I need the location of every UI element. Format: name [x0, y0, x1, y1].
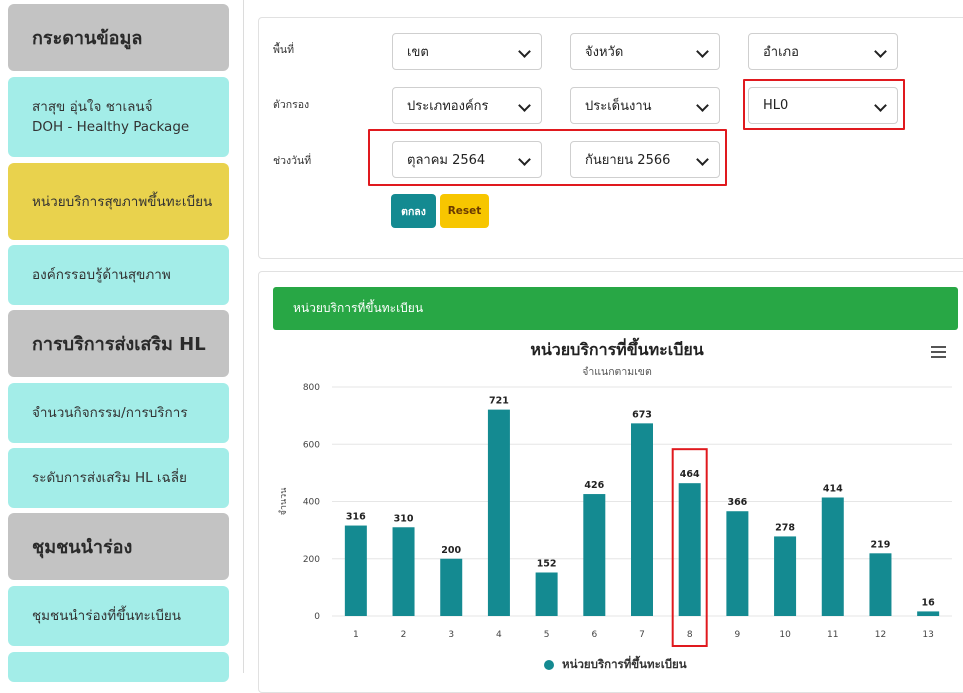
- bar: [631, 423, 653, 616]
- bar: [821, 497, 844, 616]
- sidebar-item-activity-count[interactable]: จำนวนกิจกรรม/การบริการ: [8, 383, 229, 443]
- district-select[interactable]: อำเภอ: [748, 33, 898, 70]
- bar: [535, 572, 558, 616]
- x-tick-label: 6: [591, 630, 597, 640]
- x-tick-label: 12: [875, 630, 886, 640]
- province-select-value: จังหวัด: [585, 45, 624, 60]
- chevron-down-icon: [696, 45, 709, 58]
- sidebar-item-registered-service-units[interactable]: หน่วยบริการสุขภาพขึ้นทะเบียน: [8, 163, 229, 240]
- sidebar-header-label: กระดานข้อมูล: [32, 28, 143, 49]
- reset-button[interactable]: Reset: [440, 194, 489, 228]
- x-tick-label: 4: [496, 630, 502, 640]
- sidebar-item-label: องค์กรรอบรู้ด้านสุขภาพ: [32, 267, 171, 283]
- bar: [440, 558, 463, 616]
- region-select[interactable]: เขต: [392, 33, 542, 70]
- chevron-down-icon: [518, 45, 531, 58]
- sidebar-header-label: การบริการส่งเสริม HL: [32, 334, 206, 355]
- data-label: 16: [922, 597, 936, 608]
- work-issue-select[interactable]: ประเด็นงาน: [570, 87, 720, 124]
- org-type-select-value: ประเภทองค์กร: [407, 99, 489, 114]
- bar: [726, 511, 749, 616]
- sidebar-header-dashboard[interactable]: กระดานข้อมูล: [8, 4, 229, 71]
- x-tick-label: 13: [922, 630, 933, 640]
- bar: [392, 527, 415, 616]
- bar: [344, 525, 367, 616]
- sidebar-item-label: ระดับการส่งเสริม HL เฉลี่ย: [32, 470, 187, 486]
- y-tick-label: 600: [303, 440, 320, 450]
- sidebar-item-label: สาสุข อุ่นใจ ชาเลนจ์: [32, 99, 153, 115]
- x-tick-label: 10: [779, 630, 791, 640]
- hamburger-menu-icon[interactable]: [931, 346, 946, 359]
- sidebar-item-registered-community[interactable]: ชุมชนนำร่องที่ขึ้นทะเบียน: [8, 586, 229, 646]
- sidebar-item-label-secondary: DOH - Healthy Package: [32, 119, 190, 135]
- sidebar-item-label: หน่วยบริการสุขภาพขึ้นทะเบียน: [32, 193, 213, 210]
- sidebar: กระดานข้อมูล สาสุข อุ่นใจ ชาเลนจ์ DOH - …: [0, 0, 238, 682]
- bar: [583, 494, 606, 616]
- data-label: 316: [346, 512, 366, 523]
- sidebar-item-next[interactable]: [8, 652, 229, 682]
- x-tick-label: 8: [687, 630, 693, 640]
- sidebar-item-health-literate-org[interactable]: องค์กรรอบรู้ด้านสุขภาพ: [8, 245, 229, 305]
- chart-legend[interactable]: หน่วยบริการที่ขึ้นทะเบียน: [544, 656, 687, 674]
- bar: [678, 483, 701, 616]
- x-tick-label: 1: [353, 630, 359, 640]
- bar: [774, 536, 797, 616]
- hl-select-highlight: [743, 79, 905, 130]
- sidebar-item-healthy-package[interactable]: สาสุข อุ่นใจ ชาเลนจ์ DOH - Healthy Packa…: [8, 77, 229, 157]
- sidebar-header-pilot-community[interactable]: ชุมชนนำร่อง: [8, 513, 229, 580]
- org-type-select[interactable]: ประเภทองค์กร: [392, 87, 542, 124]
- sidebar-item-label: จำนวนกิจกรรม/การบริการ: [32, 405, 188, 421]
- x-tick-label: 7: [639, 630, 645, 640]
- data-label: 414: [823, 483, 843, 494]
- data-label: 310: [394, 513, 414, 524]
- sidebar-divider: [243, 0, 244, 673]
- date-range-highlight: [368, 129, 727, 186]
- chart-card-header: หน่วยบริการที่ขึ้นทะเบียน: [273, 287, 958, 330]
- sidebar-header-label: ชุมชนนำร่อง: [32, 537, 133, 558]
- data-label: 278: [775, 522, 795, 533]
- work-issue-select-value: ประเด็นงาน: [585, 99, 652, 114]
- chart-title: หน่วยบริการที่ขึ้นทะเบียน: [530, 340, 704, 359]
- x-tick-label: 9: [735, 630, 741, 640]
- province-select[interactable]: จังหวัด: [570, 33, 720, 70]
- data-label: 464: [680, 469, 700, 480]
- data-label: 721: [489, 396, 509, 407]
- x-tick-label: 11: [827, 630, 838, 640]
- region-select-value: เขต: [407, 45, 429, 60]
- y-tick-label: 400: [303, 498, 320, 508]
- data-label: 200: [441, 545, 461, 556]
- y-tick-label: 800: [303, 383, 320, 393]
- chevron-down-icon: [874, 45, 887, 58]
- sidebar-item-label: ชุมชนนำร่องที่ขึ้นทะเบียน: [32, 608, 182, 624]
- chevron-down-icon: [518, 99, 531, 112]
- x-tick-label: 3: [448, 630, 454, 640]
- ok-button[interactable]: ตกลง: [391, 194, 436, 228]
- area-label: พื้นที่: [273, 44, 295, 56]
- sidebar-header-hl-promotion[interactable]: การบริการส่งเสริม HL: [8, 310, 229, 377]
- y-tick-label: 200: [303, 555, 320, 565]
- district-select-value: อำเภอ: [763, 45, 799, 60]
- bar: [869, 553, 892, 616]
- legend-label: หน่วยบริการที่ขึ้นทะเบียน: [562, 657, 687, 671]
- data-label: 366: [727, 497, 747, 508]
- chart-card-header-label: หน่วยบริการที่ขึ้นทะเบียน: [293, 301, 424, 315]
- bar: [917, 611, 940, 616]
- data-label: 219: [871, 539, 891, 550]
- y-tick-label: 0: [314, 612, 320, 622]
- legend-marker-icon: [544, 660, 554, 670]
- x-tick-label: 2: [401, 630, 407, 640]
- data-label: 673: [632, 409, 652, 420]
- date-range-label: ช่วงวันที่: [273, 155, 312, 167]
- y-axis-label: จำนวน: [278, 488, 289, 516]
- filter-label: ตัวกรอง: [273, 99, 310, 111]
- bar-chart: 0200400600800จำนวน3161310220037214152542…: [278, 383, 952, 648]
- x-tick-label: 5: [544, 630, 550, 640]
- bar: [487, 409, 510, 616]
- data-label: 426: [584, 480, 604, 491]
- chevron-down-icon: [696, 99, 709, 112]
- data-label: 152: [537, 558, 557, 569]
- sidebar-item-hl-average[interactable]: ระดับการส่งเสริม HL เฉลี่ย: [8, 448, 229, 508]
